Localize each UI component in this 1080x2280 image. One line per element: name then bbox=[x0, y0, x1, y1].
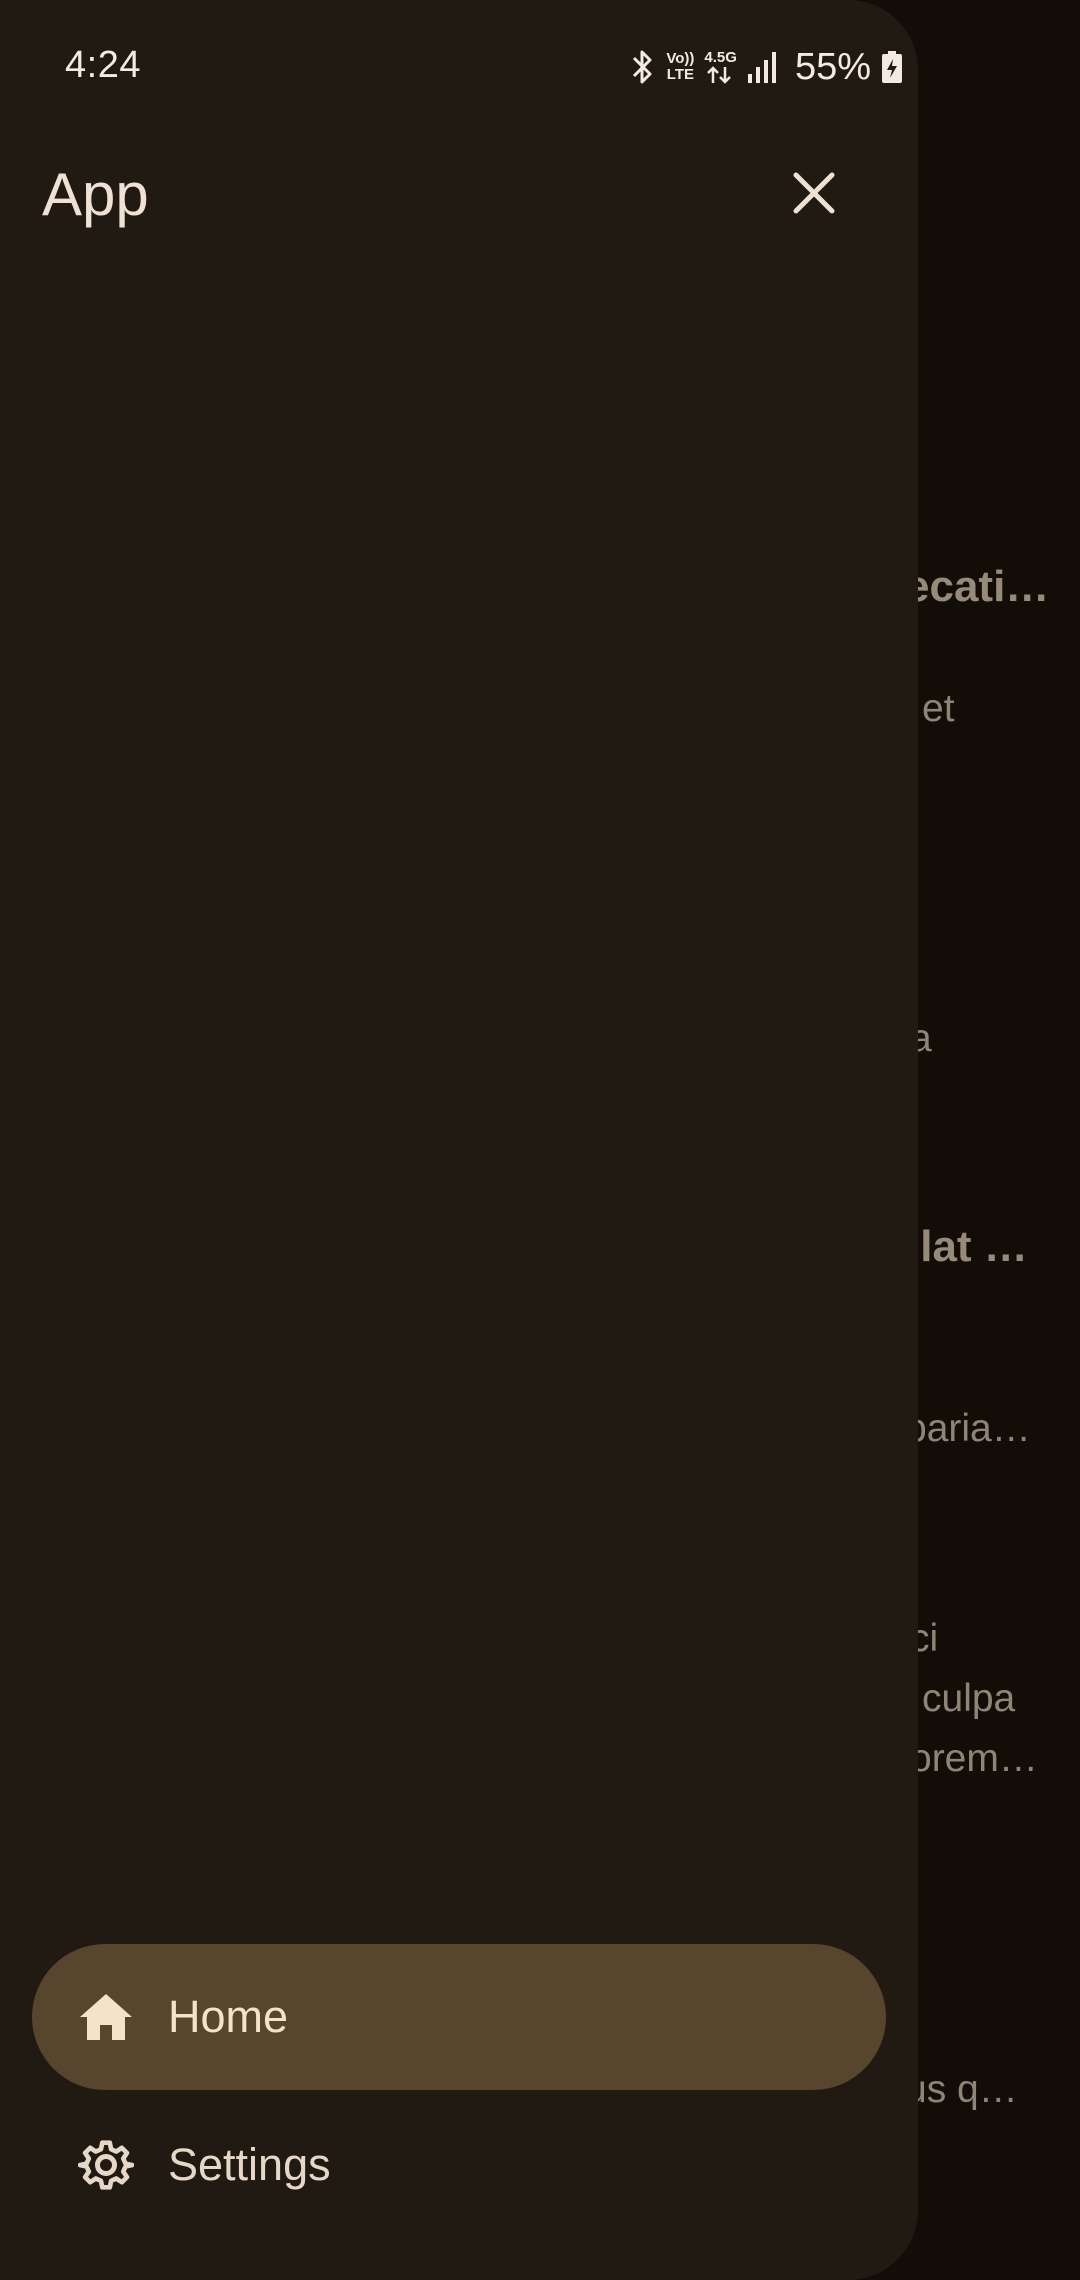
battery-percentage: 55% bbox=[794, 45, 871, 88]
close-button[interactable] bbox=[774, 155, 854, 235]
nav-item-home[interactable]: Home bbox=[32, 1944, 886, 2090]
background-text-6: orem… bbox=[910, 1737, 1038, 1780]
4.5g-data-icon: 4.5G bbox=[704, 50, 737, 84]
home-icon bbox=[76, 1987, 136, 2047]
background-text-1: et bbox=[922, 687, 955, 730]
drawer-title: App bbox=[42, 161, 149, 228]
nav-item-home-label: Home bbox=[168, 1991, 289, 2042]
background-text-5: culpa bbox=[922, 1677, 1016, 1720]
navigation-drawer: 4:24 Vo)) LTE 4.5G 55% App Home Settings bbox=[0, 0, 918, 2280]
volte-icon: Vo)) LTE bbox=[666, 50, 695, 83]
background-title-2: llat … bbox=[908, 1222, 1028, 1271]
status-bar: 4:24 Vo)) LTE 4.5G 55% bbox=[0, 0, 918, 135]
bluetooth-icon bbox=[630, 49, 656, 85]
background-text-7: us q… bbox=[905, 2068, 1018, 2111]
status-time: 4:24 bbox=[65, 44, 141, 86]
signal-icon bbox=[747, 50, 779, 84]
battery-charging-icon bbox=[881, 50, 903, 84]
gear-icon bbox=[76, 2135, 136, 2195]
nav-item-settings-label: Settings bbox=[168, 2139, 331, 2190]
status-icons: Vo)) LTE 4.5G 55% bbox=[630, 42, 903, 92]
background-title-1: ecati… bbox=[905, 562, 1050, 611]
close-icon bbox=[792, 171, 836, 220]
background-text-3: paria… bbox=[905, 1407, 1031, 1450]
nav-item-settings[interactable]: Settings bbox=[32, 2092, 886, 2238]
screen: ecati… et a llat … paria… ci culpa orem…… bbox=[0, 0, 1080, 2280]
